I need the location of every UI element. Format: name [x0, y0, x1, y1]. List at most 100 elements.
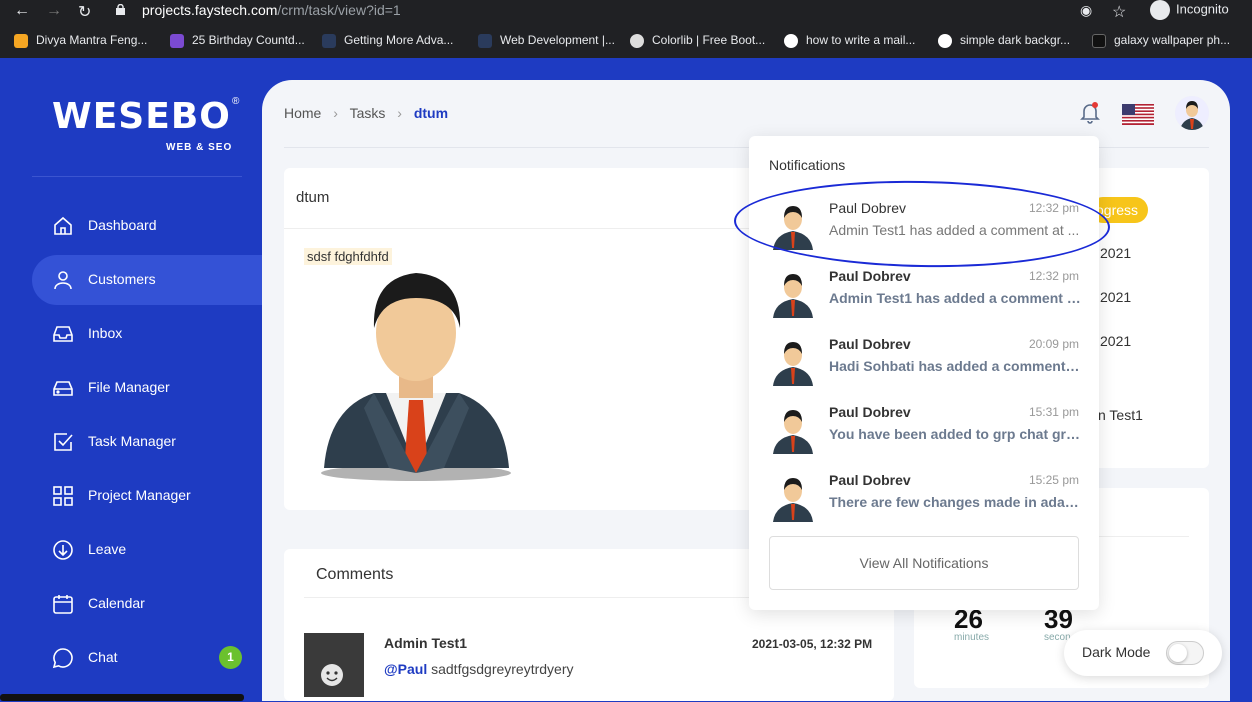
sidebar-item-file-manager[interactable]: File Manager	[32, 363, 262, 413]
notification-item[interactable]: Paul Dobrev 15:31 pm You have been added…	[749, 404, 1099, 472]
sidebar-item-label: Project Manager	[88, 487, 191, 503]
breadcrumb-tasks[interactable]: Tasks	[350, 105, 386, 121]
inbox-icon	[53, 326, 73, 342]
notification-time: 15:25 pm	[1028, 473, 1079, 487]
bookmark-item[interactable]: simple dark backgr...	[938, 33, 1070, 48]
bookmark-item[interactable]: galaxy wallpaper ph...	[1092, 33, 1230, 48]
drive-icon	[53, 381, 73, 396]
notification-time: 20:09 pm	[1028, 337, 1079, 351]
toggle-knob	[1169, 644, 1187, 662]
bookmark-label: how to write a mail...	[806, 33, 916, 47]
bookmark-label: Colorlib | Free Boot...	[652, 33, 766, 47]
user-icon	[54, 271, 72, 290]
sidebar-scrollbar[interactable]	[0, 694, 244, 701]
bookmark-label: simple dark backgr...	[960, 33, 1071, 47]
us-flag-icon[interactable]	[1122, 104, 1154, 125]
reload-icon[interactable]: ↻	[78, 2, 91, 22]
notifications-title: Notifications	[769, 157, 846, 173]
home-icon	[54, 216, 72, 235]
dark-mode-toggle[interactable]	[1166, 641, 1204, 665]
bell-icon[interactable]	[1080, 102, 1100, 124]
eye-off-icon[interactable]: ◉	[1080, 2, 1092, 19]
url-path: /crm/task/view?id=1	[277, 2, 401, 18]
notification-message: Hadi Sohbati has added a comment at...	[829, 358, 1081, 374]
sidebar-item-chat[interactable]: Chat 1	[32, 633, 262, 683]
sidebar-item-project-manager[interactable]: Project Manager	[32, 471, 262, 521]
incognito-indicator[interactable]: Incognito	[1150, 0, 1229, 20]
star-icon[interactable]: ☆	[1112, 2, 1126, 22]
bookmark-label: Web Development |...	[500, 33, 615, 47]
comment-text: sadtfgsdgreyreytrdyery	[431, 661, 574, 677]
notification-message: There are few changes made in adam ...	[829, 494, 1081, 510]
view-all-notifications-button[interactable]: View All Notifications	[769, 536, 1079, 590]
sidebar-item-label: Chat	[88, 649, 118, 665]
notification-item[interactable]: Paul Dobrev 12:32 pm Admin Test1 has add…	[749, 268, 1099, 336]
forward-icon[interactable]: →	[46, 2, 62, 20]
sidebar-item-task-manager[interactable]: Task Manager	[32, 417, 262, 467]
sidebar-item-label: Task Manager	[88, 433, 176, 449]
comment-author: Admin Test1	[384, 635, 467, 651]
notification-avatar	[773, 410, 813, 454]
google-icon	[784, 33, 798, 48]
breadcrumb-home[interactable]: Home	[284, 105, 321, 121]
bookmark-favicon-icon	[1092, 33, 1106, 48]
due-date: 2021	[1100, 289, 1132, 305]
notification-avatar	[773, 342, 813, 386]
comment-date: 2021-03-05, 12:32 PM	[752, 637, 873, 651]
breadcrumb-separator: ›	[397, 105, 402, 121]
bookmark-item[interactable]: Web Development |...	[478, 33, 615, 48]
assignee: n Test1	[1098, 407, 1143, 423]
incognito-label: Incognito	[1176, 1, 1229, 17]
sidebar-item-calendar[interactable]: Calendar	[32, 579, 262, 629]
brand-logo[interactable]: WESEBO	[52, 96, 231, 137]
created-date: 2021	[1100, 333, 1132, 349]
bookmark-favicon-icon	[322, 33, 336, 48]
bookmark-item[interactable]: how to write a mail...	[784, 33, 915, 48]
sidebar-item-customers[interactable]: Customers	[32, 255, 262, 305]
wordpress-icon	[630, 33, 644, 48]
notification-avatar	[773, 478, 813, 522]
task-description: sdsf fdghfdhfd	[304, 248, 392, 265]
bookmark-label: galaxy wallpaper ph...	[1114, 33, 1231, 47]
lock-icon	[116, 4, 125, 15]
task-divider	[284, 228, 764, 229]
calendar-icon	[53, 595, 73, 614]
sidebar-item-leave[interactable]: Leave	[32, 525, 262, 575]
comments-title: Comments	[316, 566, 394, 583]
avatar-illustration	[321, 273, 511, 481]
bookmark-item[interactable]: Getting More Adva...	[322, 33, 453, 48]
comment-mention[interactable]: @Paul	[384, 661, 427, 677]
task-card: dtum sdsf fdghfdhfd	[284, 168, 764, 510]
sidebar-item-label: Dashboard	[88, 217, 157, 233]
bookmark-item[interactable]: Divya Mantra Feng...	[14, 33, 147, 48]
sidebar-item-inbox[interactable]: Inbox	[32, 309, 262, 359]
bookmark-label: Getting More Adva...	[344, 33, 454, 47]
notification-sender: Paul Dobrev	[829, 268, 911, 284]
grid-icon	[53, 486, 73, 506]
breadcrumb: Home › Tasks › dtum	[284, 105, 456, 121]
bookmark-favicon-icon	[14, 33, 28, 48]
dark-mode-label: Dark Mode	[1082, 644, 1151, 660]
notification-item[interactable]: Paul Dobrev 15:25 pm There are few chang…	[749, 472, 1099, 540]
bookmark-item[interactable]: Colorlib | Free Boot...	[630, 33, 765, 48]
dark-mode-widget: Dark Mode	[1064, 630, 1222, 676]
notification-item[interactable]: Paul Dobrev 20:09 pm Hadi Sohbati has ad…	[749, 336, 1099, 404]
sidebar-item-label: Calendar	[88, 595, 145, 611]
address-bar[interactable]: projects.faystech.com/crm/task/view?id=1	[142, 2, 401, 18]
bookmark-label: Divya Mantra Feng...	[36, 33, 148, 47]
notification-sender: Paul Dobrev	[829, 404, 911, 420]
comment-body: @Paul sadtfgsdgreyreytrdyery	[384, 661, 574, 677]
brand-tagline: WEB & SEO	[166, 142, 233, 153]
bookmarks-bar: Divya Mantra Feng... 25 Birthday Countd.…	[0, 30, 1252, 54]
checkbox-icon	[54, 433, 73, 451]
bookmark-favicon-icon	[478, 33, 492, 48]
notification-sender: Paul Dobrev	[829, 472, 911, 488]
notification-sender: Paul Dobrev	[829, 336, 911, 352]
sidebar-item-dashboard[interactable]: Dashboard	[32, 201, 262, 251]
chat-icon	[52, 648, 73, 669]
notification-time: 12:32 pm	[1028, 269, 1079, 283]
user-avatar[interactable]	[1175, 96, 1209, 130]
bookmark-item[interactable]: 25 Birthday Countd...	[170, 33, 305, 48]
sidebar-item-label: Leave	[88, 541, 127, 557]
back-icon[interactable]: ←	[14, 2, 30, 20]
